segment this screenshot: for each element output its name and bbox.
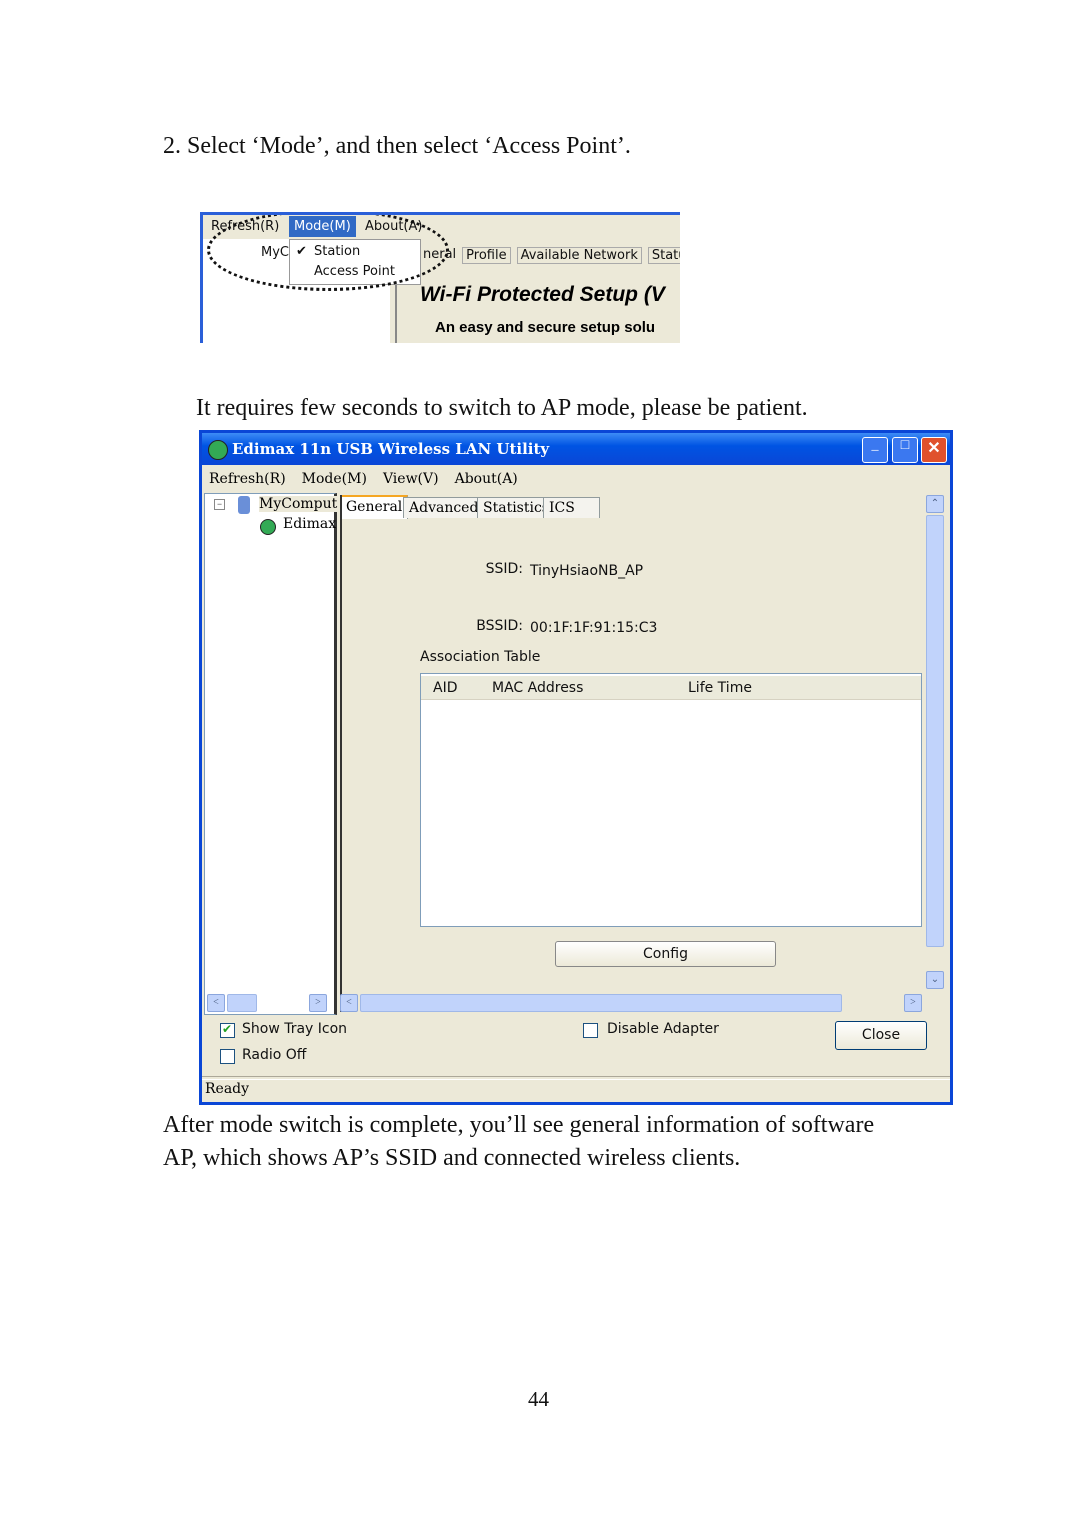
scroll-down-icon[interactable]: ⌄ bbox=[926, 971, 944, 989]
horizontal-scrollbar-thumb[interactable] bbox=[227, 994, 257, 1012]
mode-menu-screenshot: Refresh(R) Mode(M) About(A) MyC neral Pr… bbox=[200, 212, 680, 343]
note-text: It requires few seconds to switch to AP … bbox=[196, 395, 808, 421]
radio-off-label: Radio Off bbox=[242, 1047, 307, 1063]
disable-adapter-label: Disable Adapter bbox=[607, 1021, 719, 1037]
minimize-button[interactable]: _ bbox=[862, 437, 888, 463]
tab-status[interactable]: Statu bbox=[647, 247, 680, 264]
scroll-up-icon[interactable]: ⌃ bbox=[926, 495, 944, 513]
association-table: AID MAC Address Life Time bbox=[420, 673, 922, 927]
menu-bar: Refresh(R) Mode(M) View(V) About(A) bbox=[209, 471, 518, 487]
status-text: Ready bbox=[205, 1081, 250, 1097]
paragraph-line-1: After mode switch is complete, you’ll se… bbox=[163, 1112, 875, 1138]
computer-icon bbox=[238, 496, 250, 514]
scroll-right-icon[interactable]: > bbox=[904, 994, 922, 1012]
step-text: 2. Select ‘Mode’, and then select ‘Acces… bbox=[163, 133, 631, 159]
ssid-value: TinyHsiaoNB_AP bbox=[530, 563, 644, 579]
tab-profile[interactable]: Profile bbox=[462, 247, 511, 264]
document-page: 2. Select ‘Mode’, and then select ‘Acces… bbox=[0, 0, 1080, 1527]
column-life-time[interactable]: Life Time bbox=[688, 680, 752, 696]
horizontal-scrollbar-thumb[interactable] bbox=[360, 994, 842, 1012]
column-mac-address[interactable]: MAC Address bbox=[492, 680, 583, 696]
page-number: 44 bbox=[528, 1387, 549, 1411]
bssid-label: BSSID: bbox=[476, 618, 523, 634]
scroll-right-icon[interactable]: > bbox=[309, 994, 327, 1012]
close-window-button[interactable]: ✕ bbox=[921, 437, 947, 463]
bssid-value: 00:1F:1F:91:15:C3 bbox=[530, 620, 658, 636]
show-tray-checkbox[interactable]: ✔ bbox=[220, 1022, 235, 1038]
wps-title: Wi-Fi Protected Setup (V bbox=[420, 283, 665, 306]
tree-child[interactable]: Edimax bbox=[283, 516, 336, 532]
title-bar: Edimax 11n USB Wireless LAN Utility _ □ … bbox=[202, 433, 950, 465]
wps-subtitle: An easy and secure setup solu bbox=[435, 319, 656, 336]
tree-pane: − MyComput Edimax < > bbox=[204, 493, 338, 1015]
association-table-label: Association Table bbox=[420, 649, 541, 665]
menu-refresh[interactable]: Refresh(R) bbox=[209, 471, 286, 487]
utility-window: Edimax 11n USB Wireless LAN Utility _ □ … bbox=[199, 430, 953, 1105]
menu-about[interactable]: About(A) bbox=[455, 471, 518, 487]
window-title: Edimax 11n USB Wireless LAN Utility bbox=[232, 440, 550, 458]
config-button[interactable]: Config bbox=[555, 941, 776, 967]
ssid-label: SSID: bbox=[485, 561, 523, 577]
disable-adapter-checkbox[interactable] bbox=[583, 1023, 598, 1038]
collapse-icon[interactable]: − bbox=[214, 499, 225, 510]
menu-view[interactable]: View(V) bbox=[383, 471, 439, 487]
vertical-scrollbar-thumb[interactable] bbox=[926, 515, 944, 947]
menu-mode[interactable]: Mode(M) bbox=[302, 471, 367, 487]
tab-strip: neral Profile Available Network Statu bbox=[423, 247, 680, 264]
scroll-left-icon[interactable]: < bbox=[340, 994, 358, 1012]
table-header: AID MAC Address Life Time bbox=[421, 676, 921, 700]
app-icon bbox=[208, 440, 228, 460]
radio-off-checkbox[interactable] bbox=[220, 1049, 235, 1064]
check-icon: ✔ bbox=[222, 1022, 233, 1036]
adapter-icon bbox=[260, 519, 276, 535]
tab-available-network[interactable]: Available Network bbox=[516, 247, 642, 264]
maximize-button[interactable]: □ bbox=[892, 437, 918, 463]
close-button[interactable]: Close bbox=[835, 1021, 927, 1050]
column-aid[interactable]: AID bbox=[433, 680, 458, 696]
tree-root[interactable]: MyComput bbox=[259, 496, 338, 512]
scroll-left-icon[interactable]: < bbox=[207, 994, 225, 1012]
show-tray-label: Show Tray Icon bbox=[242, 1021, 348, 1037]
highlight-ellipse bbox=[207, 215, 449, 291]
paragraph-line-2: AP, which shows AP’s SSID and connected … bbox=[163, 1145, 741, 1171]
